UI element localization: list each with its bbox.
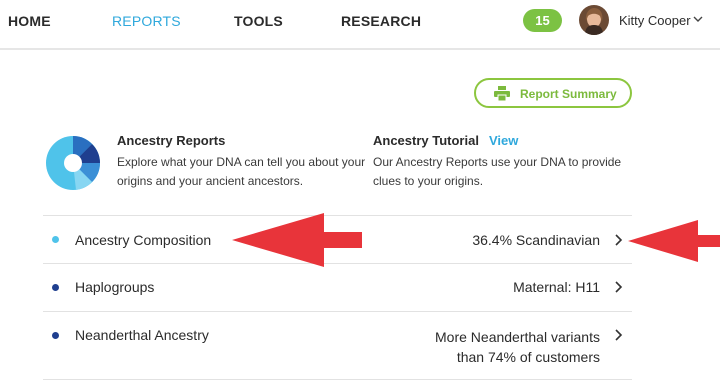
report-row-neanderthal-ancestry[interactable]: Neanderthal Ancestry More Neanderthal va… — [43, 312, 632, 379]
avatar[interactable] — [579, 5, 609, 35]
notification-badge[interactable]: 15 — [523, 9, 562, 32]
top-nav: HOME REPORTS TOOLS RESEARCH 15 Kitty Coo… — [0, 0, 720, 50]
ancestry-tutorial-title: Ancestry Tutorial — [373, 133, 479, 148]
annotation-arrow-right — [628, 220, 720, 262]
ancestry-tutorial-description: Our Ancestry Reports use your DNA to pro… — [373, 155, 622, 188]
ancestry-reports-description: Explore what your DNA can tell you about… — [117, 155, 366, 188]
tutorial-view-link[interactable]: View — [489, 133, 518, 148]
status-dot — [52, 236, 59, 243]
nav-research[interactable]: RESEARCH — [341, 13, 421, 29]
report-summary-label: Report Summary — [520, 87, 617, 101]
status-dot — [52, 284, 59, 291]
status-dot — [52, 332, 59, 339]
nav-reports[interactable]: REPORTS — [112, 13, 181, 29]
nav-home[interactable]: HOME — [8, 13, 51, 29]
ancestry-pie-icon — [46, 136, 100, 190]
nav-tools[interactable]: TOOLS — [234, 13, 283, 29]
report-value: More Neanderthal variants than 74% of cu… — [435, 329, 600, 365]
chevron-right-icon — [615, 234, 623, 246]
report-label: Ancestry Composition — [75, 232, 212, 248]
report-summary-button[interactable]: Report Summary — [474, 78, 632, 108]
chevron-right-icon — [615, 329, 623, 341]
report-label: Haplogroups — [75, 279, 155, 295]
ancestry-reports-title: Ancestry Reports — [117, 133, 226, 148]
report-label: Neanderthal Ancestry — [75, 327, 209, 343]
printer-icon — [494, 86, 510, 101]
chevron-down-icon[interactable] — [693, 14, 703, 24]
divider — [43, 379, 632, 380]
chevron-right-icon — [615, 281, 623, 293]
report-row-haplogroups[interactable]: Haplogroups Maternal: H11 — [43, 264, 632, 311]
annotation-arrow-left — [232, 213, 362, 267]
report-value: 36.4% Scandinavian — [472, 232, 600, 248]
report-value: Maternal: H11 — [513, 279, 600, 295]
user-name[interactable]: Kitty Cooper — [619, 13, 691, 28]
